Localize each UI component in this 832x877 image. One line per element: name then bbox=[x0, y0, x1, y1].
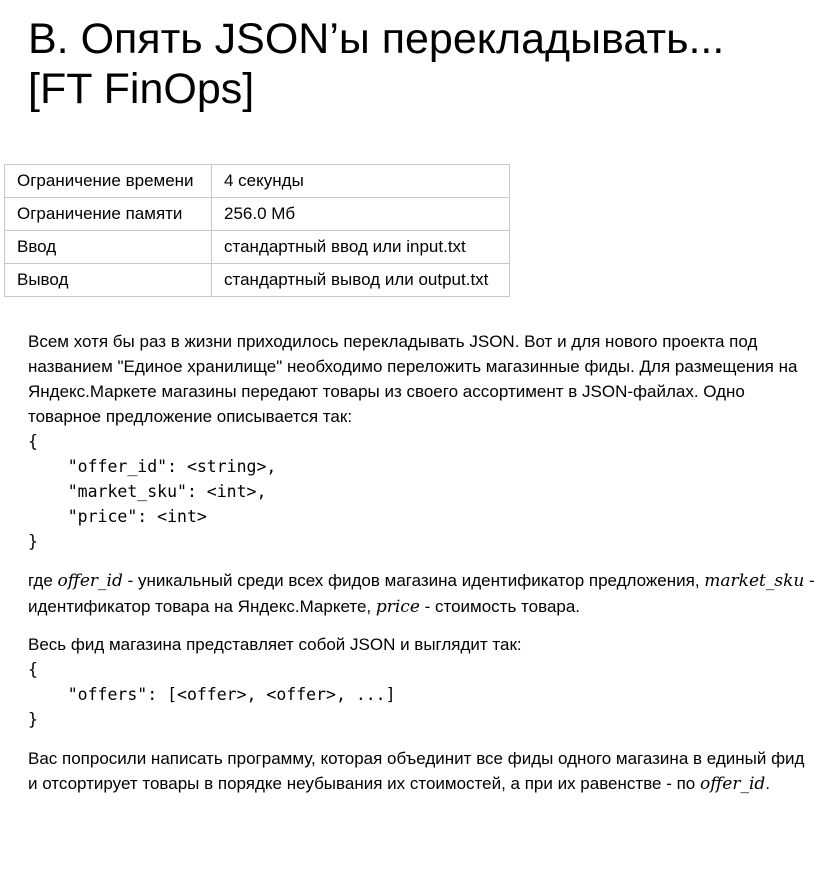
task-var-offer-id: offer_id bbox=[699, 774, 766, 794]
offer-code-block: { "offer_id": <string>, "market_sku": <i… bbox=[28, 432, 277, 551]
table-row: Ограничение времени 4 секунды bbox=[4, 164, 510, 198]
problem-title-line2: [FT FinOps] bbox=[28, 65, 255, 113]
input-value: стандартный ввод или input.txt bbox=[211, 230, 510, 264]
statement-intro: Всем хотя бы раз в жизни приходилось пер… bbox=[28, 332, 798, 426]
limit-time-label: Ограничение времени bbox=[4, 164, 212, 198]
var-offer-id: offer_id bbox=[57, 571, 123, 591]
offer-id-desc: - уникальный среди всех фидов магазина и… bbox=[122, 571, 705, 590]
problem-title-line1: B. Опять JSON’ы перекладывать... bbox=[28, 15, 725, 63]
output-value: стандартный вывод или output.txt bbox=[211, 263, 510, 297]
table-row: Ограничение памяти 256.0 Мб bbox=[4, 197, 510, 231]
table-row: Вывод стандартный вывод или output.txt bbox=[4, 263, 510, 297]
task-text: Вас попросили написать программу, котора… bbox=[28, 749, 805, 793]
problem-title: B. Опять JSON’ы перекладывать... [FT Fin… bbox=[28, 14, 818, 114]
var-price: price bbox=[375, 597, 420, 617]
limit-time-value: 4 секунды bbox=[211, 164, 510, 198]
limit-memory-value: 256.0 Мб bbox=[211, 197, 510, 231]
feed-code-block: { "offers": [<offer>, <offer>, ...] } bbox=[28, 660, 396, 729]
limits-table: Ограничение времени 4 секунды Ограничени… bbox=[4, 164, 510, 297]
statement-where: где offer_id - уникальный среди всех фид… bbox=[28, 568, 818, 620]
input-label: Ввод bbox=[4, 230, 212, 264]
price-desc: - стоимость товара. bbox=[419, 597, 581, 616]
feed-intro: Весь фид магазина представляет собой JSO… bbox=[28, 635, 522, 654]
var-market-sku: market_sku bbox=[704, 571, 805, 591]
problem-statement: Всем хотя бы раз в жизни приходилось пер… bbox=[28, 329, 818, 797]
task-end: . bbox=[765, 774, 771, 793]
where-prefix: где bbox=[28, 571, 58, 590]
table-row: Ввод стандартный ввод или input.txt bbox=[4, 230, 510, 264]
output-label: Вывод bbox=[4, 263, 212, 297]
statement-task: Вас попросили написать программу, котора… bbox=[28, 746, 818, 797]
limit-memory-label: Ограничение памяти bbox=[4, 197, 212, 231]
